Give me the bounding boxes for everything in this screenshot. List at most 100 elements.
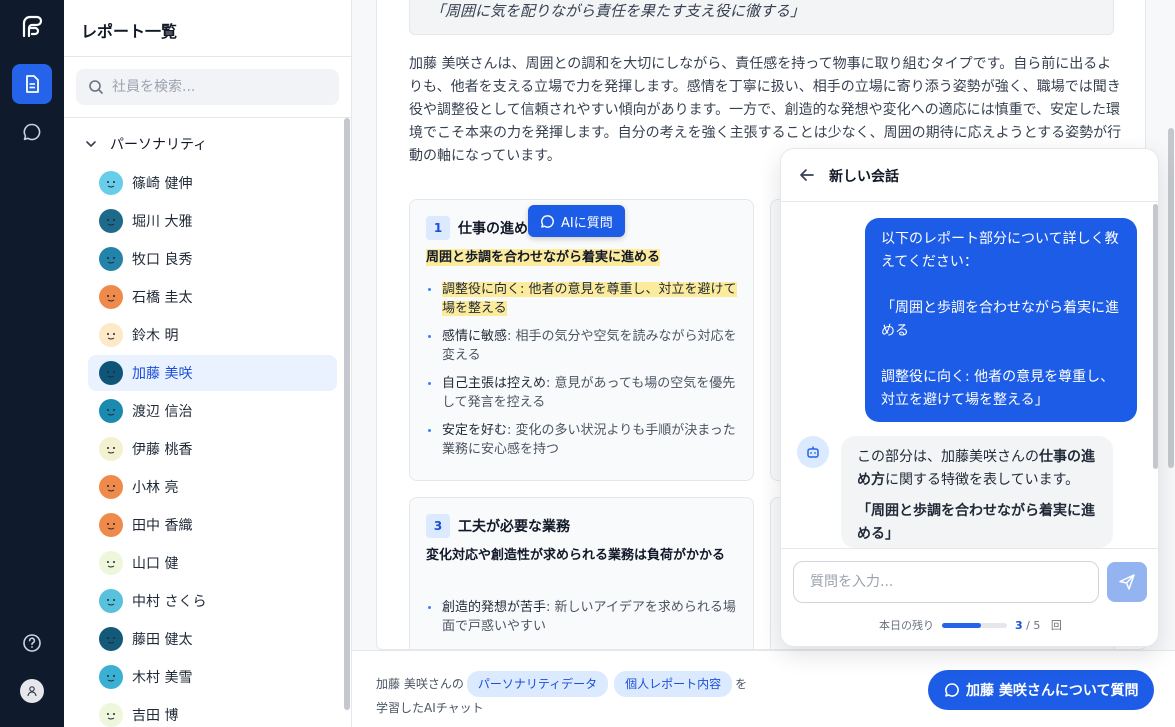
card-number: 3 bbox=[426, 514, 450, 538]
ask-about-employee-button[interactable]: 加藤 美咲さんについて質問 bbox=[928, 670, 1155, 710]
remaining-count: 3 / 5 回 bbox=[1015, 619, 1062, 632]
employee-list: 篠崎 健伸堀川 大雅牧口 良秀石橋 圭太鈴木 明加藤 美咲渡辺 信治伊藤 桃香小… bbox=[88, 165, 337, 727]
employee-name: 加藤 美咲 bbox=[132, 366, 193, 382]
employee-avatar bbox=[99, 285, 123, 309]
card-title: 工夫が必要な業務 bbox=[458, 519, 570, 535]
chat-title: 新しい会話 bbox=[829, 169, 899, 185]
help-icon bbox=[23, 634, 41, 652]
employee-list-item[interactable]: 木村 美雪 bbox=[88, 659, 337, 695]
employee-list-item[interactable]: 中村 さくら bbox=[88, 583, 337, 619]
list-item: 自己主張は控えめ: 意見があっても場の空気を優先して発言を控える bbox=[426, 374, 741, 412]
employee-list-item[interactable]: 鈴木 明 bbox=[88, 317, 337, 353]
employee-list-item[interactable]: 藤田 健太 bbox=[88, 621, 337, 657]
card-subtitle: 周囲と歩調を合わせながら着実に進める bbox=[426, 249, 661, 266]
employee-search[interactable] bbox=[76, 69, 339, 105]
message-paragraph: この部分は、加藤美咲さんの仕事の進め方に関する特徴を表しています。 bbox=[857, 449, 1095, 488]
chat-bubble-icon bbox=[945, 683, 959, 697]
divider bbox=[64, 56, 352, 57]
back-arrow-icon[interactable] bbox=[798, 166, 816, 184]
quota-progress-bar bbox=[942, 622, 1007, 628]
employee-avatar bbox=[99, 437, 123, 461]
context-description: 加藤 美咲さんの パーソナリティデータ 個人レポート内容を 学習したAIチャット bbox=[376, 671, 776, 719]
chat-scrollbar[interactable] bbox=[1153, 204, 1158, 469]
employee-avatar bbox=[99, 589, 123, 613]
sidebar-scrollbar[interactable] bbox=[344, 118, 350, 710]
employee-list-item[interactable]: 加藤 美咲 bbox=[88, 355, 337, 391]
employee-avatar bbox=[99, 551, 123, 575]
nav-reports-button[interactable] bbox=[12, 64, 52, 104]
chat-panel: 新しい会話 以下のレポート部分について詳しく教えてください： 「周囲と歩調を合わ… bbox=[780, 148, 1159, 647]
employee-list-item[interactable]: 吉田 博 bbox=[88, 697, 337, 727]
employee-name: 田中 香織 bbox=[132, 518, 193, 534]
divider bbox=[64, 117, 352, 118]
search-input[interactable] bbox=[112, 79, 312, 95]
employee-avatar bbox=[99, 247, 123, 271]
send-button[interactable] bbox=[1107, 562, 1147, 602]
employee-avatar bbox=[99, 627, 123, 651]
chevron-down-icon bbox=[86, 141, 96, 147]
list-item: 創造的発想が苦手: 新しいアイデアを求められる場面で戸惑いやすい bbox=[426, 598, 741, 636]
user-message: 以下のレポート部分について詳しく教えてください： 「周囲と歩調を合わせながら着実… bbox=[865, 218, 1137, 422]
chip-report-content: 個人レポート内容 bbox=[614, 671, 733, 697]
list-item: 感情に敏感: 相手の気分や空気を読みながら対応を変える bbox=[426, 327, 741, 365]
report-sidebar: レポート一覧 パーソナリティ 篠崎 健伸堀川 大雅牧口 良秀石橋 圭太鈴木 明加… bbox=[64, 0, 352, 727]
list-item: 安定を好む: 変化の多い状況よりも手順が決まった業務に安心感を持つ bbox=[426, 421, 741, 459]
help-button[interactable] bbox=[20, 631, 44, 655]
employee-list-item[interactable]: 篠崎 健伸 bbox=[88, 165, 337, 201]
employee-name: 木村 美雪 bbox=[132, 670, 193, 686]
quota-progress-fill bbox=[942, 622, 981, 628]
employee-avatar bbox=[99, 703, 123, 727]
remaining-quota: 本日の残り 3 / 5 回 bbox=[879, 617, 1062, 633]
send-icon bbox=[1119, 574, 1135, 590]
remaining-label: 本日の残り bbox=[879, 619, 934, 632]
employee-avatar bbox=[99, 665, 123, 689]
employee-list-item[interactable]: 渡辺 信治 bbox=[88, 393, 337, 429]
employee-avatar bbox=[99, 171, 123, 195]
message-paragraph: 調整役に向く: 他者の意見を尊重し、対立を避けて場を整える」 bbox=[881, 369, 1115, 408]
employee-name: 渡辺 信治 bbox=[132, 404, 193, 420]
user-icon bbox=[27, 686, 37, 697]
robot-icon bbox=[807, 446, 819, 458]
context-prefix: 加藤 美咲さんの bbox=[376, 677, 464, 691]
employee-name: 伊藤 桃香 bbox=[132, 442, 193, 458]
employee-name: 牧口 良秀 bbox=[132, 252, 193, 268]
section-label: パーソナリティ bbox=[110, 137, 208, 153]
employee-list-item[interactable]: 山口 健 bbox=[88, 545, 337, 581]
chat-bubble-icon bbox=[23, 123, 41, 141]
employee-name: 吉田 博 bbox=[132, 708, 179, 724]
employee-name: 小林 亮 bbox=[132, 480, 179, 496]
employee-name: 篠崎 健伸 bbox=[132, 176, 193, 192]
nav-rail bbox=[0, 0, 64, 727]
ai-ask-selection-button[interactable]: AIに質問 bbox=[528, 205, 625, 237]
report-card-challenging-work: 3 工夫が必要な業務 変化対応や創造性が求められる業務は負荷がかかる 創造的発想… bbox=[409, 497, 754, 649]
employee-avatar bbox=[99, 323, 123, 347]
section-toggle-personality[interactable]: パーソナリティ bbox=[84, 134, 207, 154]
app: レポート一覧 パーソナリティ 篠崎 健伸堀川 大雅牧口 良秀石橋 圭太鈴木 明加… bbox=[0, 0, 1175, 727]
chat-input-area: 本日の残り 3 / 5 回 bbox=[781, 548, 1158, 646]
employee-avatar bbox=[99, 209, 123, 233]
main-scrollbar[interactable] bbox=[1168, 128, 1174, 468]
document-icon bbox=[26, 75, 39, 93]
assistant-avatar bbox=[797, 436, 829, 468]
context-suffix: を bbox=[735, 677, 748, 691]
sidebar-title: レポート一覧 bbox=[81, 22, 178, 41]
employee-name: 鈴木 明 bbox=[132, 328, 179, 344]
employee-avatar bbox=[99, 399, 123, 423]
chat-header: 新しい会話 bbox=[781, 149, 1158, 202]
chat-question-input[interactable] bbox=[793, 561, 1099, 603]
assistant-message: この部分は、加藤美咲さんの仕事の進め方に関する特徴を表しています。 「周囲と歩調… bbox=[841, 436, 1113, 548]
employee-list-item[interactable]: 石橋 圭太 bbox=[88, 279, 337, 315]
app-logo-icon bbox=[22, 15, 43, 38]
employee-list-item[interactable]: 小林 亮 bbox=[88, 469, 337, 505]
employee-name: 中村 さくら bbox=[132, 594, 207, 610]
report-card-work-style: 1 仕事の進め方 周囲と歩調を合わせながら着実に進める 調整役に向く: 他者の意… bbox=[409, 199, 754, 481]
user-avatar[interactable] bbox=[20, 679, 44, 703]
employee-list-item[interactable]: 田中 香織 bbox=[88, 507, 337, 543]
nav-chat-button[interactable] bbox=[12, 112, 52, 152]
ai-ask-label: AIに質問 bbox=[561, 215, 613, 231]
employee-list-item[interactable]: 堀川 大雅 bbox=[88, 203, 337, 239]
chip-personality-data: パーソナリティデータ bbox=[466, 671, 609, 697]
message-paragraph: 以下のレポート部分について詳しく教えてください： bbox=[881, 231, 1119, 270]
employee-list-item[interactable]: 伊藤 桃香 bbox=[88, 431, 337, 467]
employee-list-item[interactable]: 牧口 良秀 bbox=[88, 241, 337, 277]
